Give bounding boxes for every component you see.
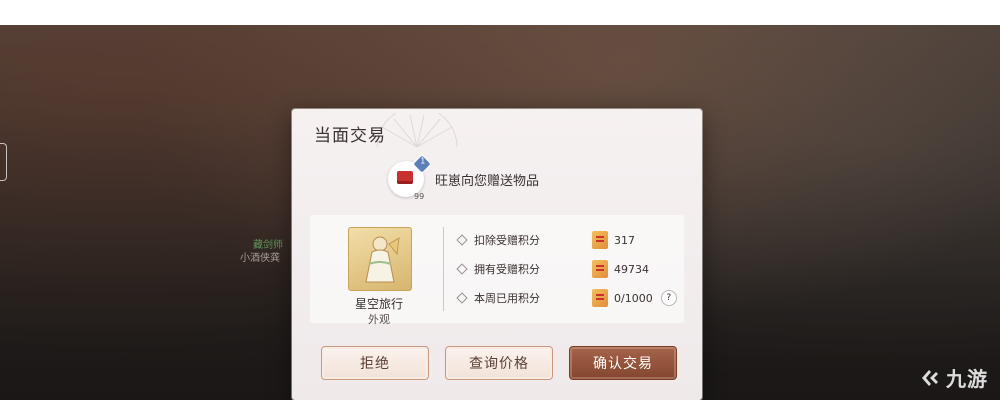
points-ticket-icon: [592, 289, 608, 307]
points-ticket-icon: [592, 231, 608, 249]
stat-value: 317: [614, 233, 635, 247]
check-price-button[interactable]: 查询价格: [445, 346, 553, 380]
gift-box-icon: [397, 171, 413, 184]
costume-figure-icon: [365, 236, 400, 283]
item-thumbnail[interactable]: [348, 227, 412, 291]
panel-divider: [443, 227, 444, 311]
stat-label: 本周已用积分: [474, 292, 540, 305]
stat-value: 0/1000: [614, 291, 653, 305]
sender-message: 旺崽向您赠送物品: [435, 173, 540, 189]
stat-label: 扣除受赠积分: [474, 234, 540, 247]
trade-dialog: 当面交易 1 99 旺崽向您赠送物品 星空旅行 外观 扣除受赠积分 317 拥有…: [292, 109, 702, 400]
item-name: 星空旅行: [354, 297, 403, 311]
points-ticket-icon: [592, 260, 608, 278]
diamond-bullet-icon: [456, 234, 468, 246]
npc-title: 小酒侠龚: [240, 253, 280, 264]
hud-side-bracket[interactable]: [0, 143, 7, 181]
diamond-bullet-icon: [456, 292, 468, 304]
reject-button[interactable]: 拒绝: [321, 346, 429, 380]
gift-item-icon[interactable]: 1 99: [388, 155, 431, 201]
help-icon[interactable]: ?: [660, 290, 677, 306]
watermark-text: 九游: [946, 367, 988, 391]
dialog-title: 当面交易: [314, 126, 386, 146]
stat-row-owned: 拥有受赠积分 49734: [456, 259, 649, 279]
rank-badge: 1: [413, 155, 431, 173]
trade-info-panel: 星空旅行 外观 扣除受赠积分 317 拥有受赠积分 49734 本周已用积分 0…: [310, 215, 684, 326]
top-strip: [0, 0, 1000, 25]
stat-row-deducted: 扣除受赠积分 317: [456, 230, 635, 250]
sender-row: 1 99 旺崽向您赠送物品: [388, 155, 540, 201]
item-type: 外观: [368, 313, 390, 326]
stat-row-weekly: 本周已用积分 0/1000 ?: [456, 288, 677, 308]
diamond-bullet-icon: [456, 263, 468, 275]
stat-value: 49734: [614, 262, 649, 276]
brand-logo-icon: [922, 369, 938, 386]
watermark: 九游: [918, 363, 988, 392]
item-count: 99: [414, 192, 425, 201]
confirm-trade-button[interactable]: 确认交易: [569, 346, 677, 380]
stat-label: 拥有受赠积分: [474, 263, 540, 276]
